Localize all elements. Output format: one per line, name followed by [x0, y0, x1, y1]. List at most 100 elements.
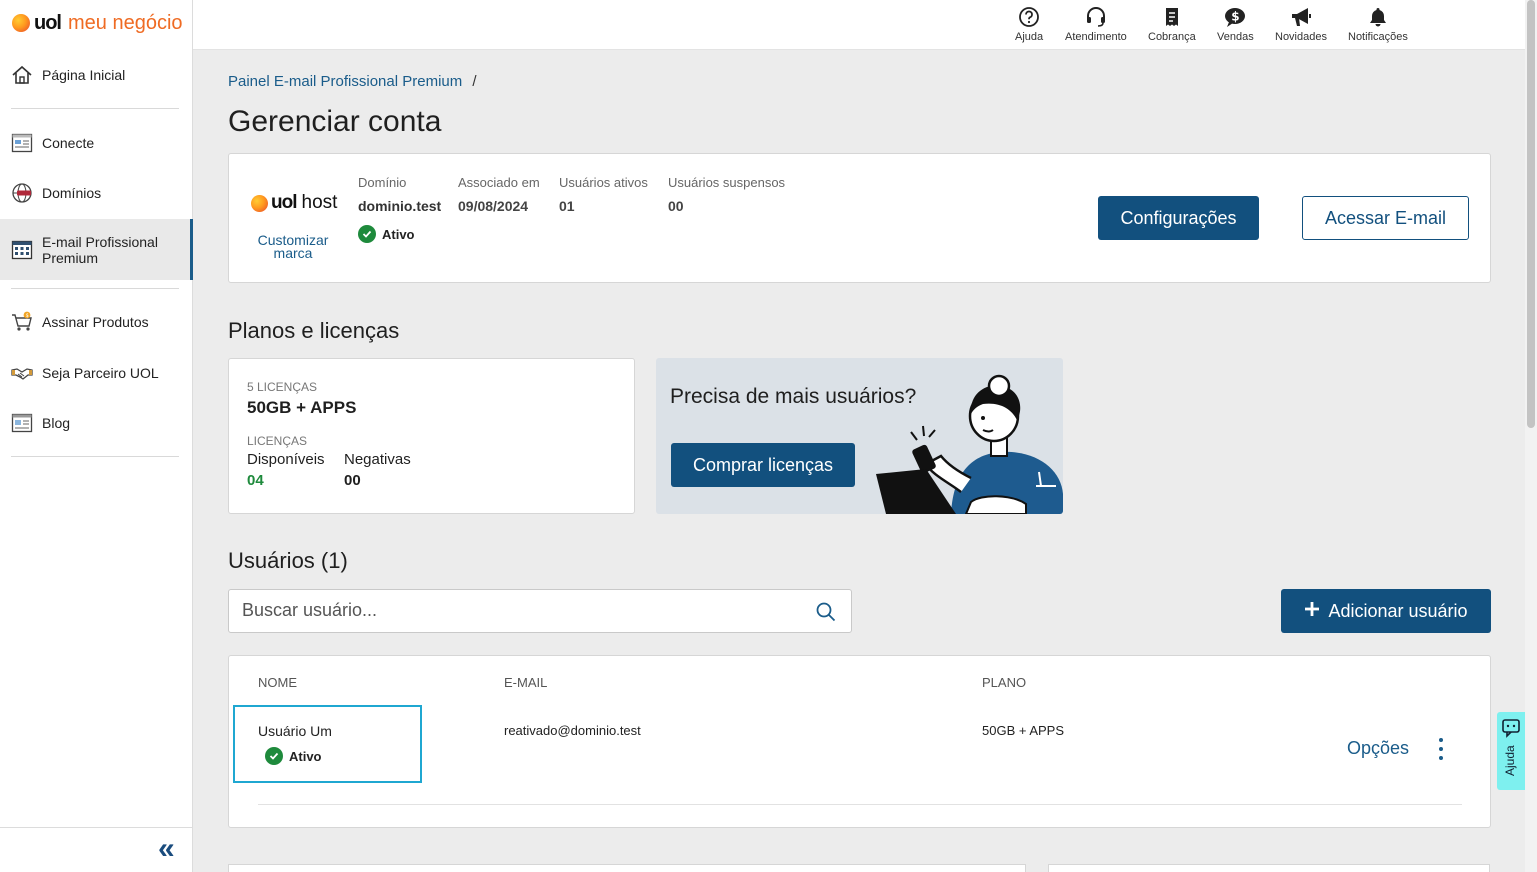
user-status-text: Ativo [289, 748, 322, 764]
configuracoes-button[interactable]: Configurações [1098, 196, 1259, 240]
bell-icon [1369, 8, 1386, 27]
column-header-nome: NOME [258, 675, 297, 690]
topbar-atendimento[interactable]: Atendimento [1065, 6, 1127, 43]
breadcrumb-separator: / [472, 73, 477, 90]
sidebar-item-dominios[interactable]: Domínios [0, 180, 193, 206]
sidebar-item-label: Domínios [42, 185, 102, 201]
status-badge: Ativo [358, 225, 441, 243]
headset-icon [1086, 7, 1105, 27]
topbar-label: Vendas [1217, 31, 1254, 43]
cart-icon: $ [11, 311, 33, 333]
sidebar-item-assinar-produtos[interactable]: $ Assinar Produtos [0, 309, 193, 335]
suspended-users-value: 00 [668, 198, 684, 214]
plan-name: 50GB + APPS [247, 398, 357, 417]
suspended-users-label: Usuários suspensos [668, 175, 786, 190]
chat-bot-icon [1502, 719, 1520, 738]
sidebar-item-label: Blog [42, 415, 71, 431]
scrollbar-thumb[interactable] [1527, 0, 1535, 428]
bottom-card-left [228, 864, 1026, 872]
topbar-notificacoes[interactable]: Notificações [1348, 6, 1408, 43]
logo-uol-text: uol [34, 11, 62, 34]
search-icon[interactable] [815, 601, 837, 628]
topbar-label: Ajuda [1015, 31, 1044, 43]
comprar-licencas-button[interactable]: Comprar licenças [671, 443, 855, 487]
topbar: Ajuda Atendimento Cobrança $ Vendas Novi… [193, 0, 1525, 50]
add-user-button[interactable]: Adicionar usuário [1281, 589, 1491, 633]
licenses-count: 5 LICENÇAS [247, 380, 318, 394]
host-logo-uol-text: uol [271, 192, 297, 213]
sidebar-divider [11, 456, 179, 457]
floating-help-button[interactable]: Ajuda [1497, 712, 1525, 790]
sidebar-item-label: Assinar Produtos [42, 314, 149, 330]
active-users-info: Usuários ativos 01 [559, 175, 648, 214]
svg-text:$: $ [1232, 10, 1240, 24]
customizar-marca-link[interactable]: Customizar marca [247, 233, 339, 260]
user-email: reativado@dominio.test [504, 723, 641, 738]
associated-label: Associado em [458, 175, 540, 190]
negative-label: Negativas [344, 451, 411, 468]
home-icon [11, 64, 33, 86]
active-users-value: 01 [559, 198, 575, 214]
options-link[interactable]: Opções [1347, 738, 1409, 759]
uol-logo-dot-icon [12, 14, 30, 32]
kebab-menu-icon[interactable] [1434, 738, 1448, 760]
sidebar-item-pagina-inicial[interactable]: Página Inicial [0, 62, 193, 88]
acessar-email-button[interactable]: Acessar E-mail [1302, 196, 1469, 240]
blog-icon [11, 412, 33, 434]
sidebar-item-label: Conecte [42, 135, 95, 151]
domain-info: Domínio dominio.test Ativo [358, 175, 441, 243]
breadcrumb: Painel E-mail Profissional Premium / [228, 73, 477, 90]
help-circle-icon [1019, 7, 1039, 27]
topbar-label: Novidades [1275, 31, 1327, 43]
plans-title: Planos e licenças [228, 318, 400, 343]
floating-help-label: Ajuda [1503, 745, 1517, 776]
sidebar-divider [11, 108, 179, 109]
logo-meu-negocio-text: meu negócio [68, 11, 183, 34]
topbar-vendas[interactable]: $ Vendas [1217, 6, 1254, 43]
svg-text:$: $ [26, 313, 29, 319]
sidebar: uol meu negócio Página Inicial Conecte D… [0, 0, 193, 872]
search-input[interactable] [242, 600, 802, 621]
search-box [228, 589, 852, 633]
topbar-cobranca[interactable]: Cobrança [1148, 6, 1196, 43]
domain-label: Domínio [358, 175, 407, 190]
status-text: Ativo [382, 226, 415, 242]
row-divider [258, 804, 1462, 805]
sidebar-item-blog[interactable]: Blog [0, 410, 193, 436]
plus-icon [1304, 601, 1320, 622]
user-name[interactable]: Usuário Um [258, 723, 332, 739]
bottom-card-right [1048, 864, 1490, 872]
topbar-ajuda[interactable]: Ajuda [1015, 6, 1043, 43]
sidebar-divider [11, 288, 179, 289]
woman-phone-illustration-icon [876, 374, 1063, 514]
account-card: uol host Customizar marca Domínio domini… [228, 153, 1491, 283]
collapse-sidebar-icon[interactable]: « [158, 834, 175, 864]
brand-logo[interactable]: uol meu negócio [12, 10, 183, 36]
sidebar-item-label: Página Inicial [42, 67, 126, 83]
column-header-email: E-MAIL [504, 675, 548, 690]
host-logo-host-text: host [301, 192, 338, 213]
receipt-icon [1165, 8, 1178, 26]
email-grid-icon [11, 239, 33, 261]
topbar-novidades[interactable]: Novidades [1275, 6, 1327, 43]
page-scrollbar[interactable] [1525, 0, 1537, 872]
sidebar-item-email-profissional-premium[interactable]: E-mail Profissional Premium [0, 219, 193, 280]
sidebar-item-label: E-mail Profissional Premium [42, 233, 158, 266]
dollar-chat-icon: $ [1225, 8, 1246, 27]
topbar-label: Notificações [1348, 31, 1408, 43]
conecte-icon [11, 132, 33, 154]
sidebar-item-seja-parceiro-uol[interactable]: Seja Parceiro UOL [0, 360, 193, 386]
promo-banner: Precisa de mais usuários? Comprar licenç… [656, 358, 1063, 514]
page-title: Gerenciar conta [228, 105, 442, 138]
add-user-label: Adicionar usuário [1328, 600, 1468, 621]
check-circle-icon [265, 747, 283, 765]
available-label: Disponíveis [247, 451, 325, 468]
sidebar-item-conecte[interactable]: Conecte [0, 130, 193, 156]
breadcrumb-link-painel[interactable]: Painel E-mail Profissional Premium [228, 73, 462, 90]
column-header-plano: PLANO [982, 675, 1027, 690]
globe-www-icon [11, 182, 33, 204]
uol-host-dot-icon [251, 194, 268, 212]
suspended-users-info: Usuários suspensos 00 [668, 175, 785, 214]
topbar-label: Cobrança [1148, 31, 1196, 43]
domain-value: dominio.test [358, 198, 442, 214]
